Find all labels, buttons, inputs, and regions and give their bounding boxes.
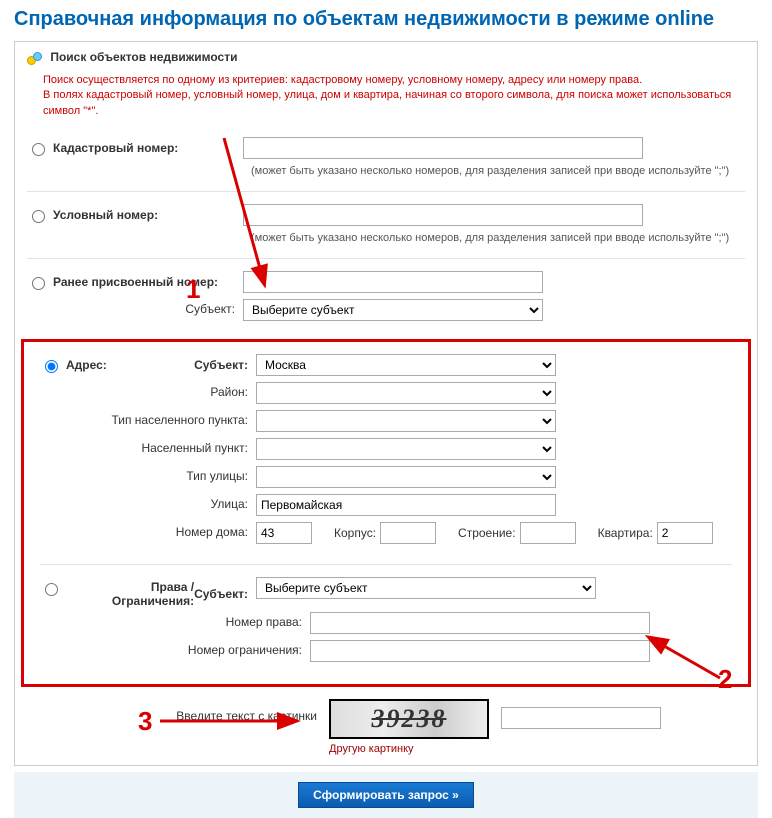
select-settlement-type[interactable] — [256, 410, 556, 432]
input-restriction-number[interactable] — [310, 640, 650, 662]
label-address: Адрес: — [66, 358, 107, 372]
label-settlement: Населенный пункт: — [40, 441, 248, 455]
select-prev-subject[interactable]: Выберите субъект — [243, 299, 543, 321]
link-another-captcha[interactable]: Другую картинку — [329, 743, 489, 755]
label-house: Номер дома: — [40, 525, 248, 539]
select-addr-subject[interactable]: Москва — [256, 354, 556, 376]
select-settlement[interactable] — [256, 438, 556, 460]
panel-title: Поиск объектов недвижимости — [50, 50, 237, 64]
label-korpus: Корпус: — [334, 526, 376, 540]
radio-cadastral[interactable] — [32, 143, 45, 156]
submit-button[interactable]: Сформировать запрос » — [298, 782, 474, 808]
label-cadastral: Кадастровый номер: — [53, 141, 178, 155]
radio-previous[interactable] — [32, 277, 45, 290]
label-settlement-type: Тип населенного пункта: — [40, 413, 248, 427]
input-captcha[interactable] — [501, 707, 661, 729]
label-restriction-number: Номер ограничения: — [40, 643, 302, 657]
search-icon — [27, 51, 43, 65]
note-conditional: (может быть указано несколько номеров, д… — [251, 232, 745, 244]
input-right-number[interactable] — [310, 612, 650, 634]
label-flat: Квартира: — [598, 526, 653, 540]
page-title: Справочная информация по объектам недвиж… — [14, 8, 758, 31]
search-panel: Поиск объектов недвижимости Поиск осущес… — [14, 41, 758, 766]
input-house[interactable] — [256, 522, 312, 544]
input-previous[interactable] — [243, 271, 543, 293]
submit-bar: Сформировать запрос » — [14, 772, 758, 818]
label-street-type: Тип улицы: — [40, 469, 248, 483]
radio-conditional[interactable] — [32, 210, 45, 223]
label-conditional: Условный номер: — [53, 208, 158, 222]
select-rights-subject[interactable]: Выберите субъект — [256, 577, 596, 599]
label-street: Улица: — [40, 497, 248, 511]
input-street[interactable] — [256, 494, 556, 516]
input-stroenie[interactable] — [520, 522, 576, 544]
label-previous: Ранее присвоенный номер: — [53, 275, 218, 289]
captcha-image: 39238 — [329, 699, 489, 739]
label-prev-subject: Субъект: — [27, 302, 235, 316]
label-captcha: Введите текст с картинки — [27, 699, 317, 723]
label-rights-subject: Субъект: — [194, 587, 248, 601]
hint-line-1: Поиск осуществляется по одному из критер… — [43, 73, 745, 88]
label-addr-subject: Субъект: — [194, 358, 248, 372]
highlight-box: Адрес: Субъект: Москва Район: Тип населе… — [21, 339, 751, 687]
search-hint: Поиск осуществляется по одному из критер… — [15, 71, 757, 129]
panel-header: Поиск объектов недвижимости — [15, 42, 757, 71]
select-district[interactable] — [256, 382, 556, 404]
hint-line-2: В полях кадастровый номер, условный номе… — [43, 88, 745, 119]
input-korpus[interactable] — [380, 522, 436, 544]
select-street-type[interactable] — [256, 466, 556, 488]
label-stroenie: Строение: — [458, 526, 516, 540]
label-right-number: Номер права: — [40, 615, 302, 629]
input-cadastral[interactable] — [243, 137, 643, 159]
input-flat[interactable] — [657, 522, 713, 544]
label-rights: Права / Ограничения: — [66, 580, 194, 608]
note-cadastral: (может быть указано несколько номеров, д… — [251, 165, 745, 177]
label-district: Район: — [40, 385, 248, 399]
radio-address[interactable] — [45, 360, 58, 373]
radio-rights[interactable] — [45, 583, 58, 596]
input-conditional[interactable] — [243, 204, 643, 226]
captcha-row: Введите текст с картинки 39238 Другую ка… — [15, 689, 757, 765]
